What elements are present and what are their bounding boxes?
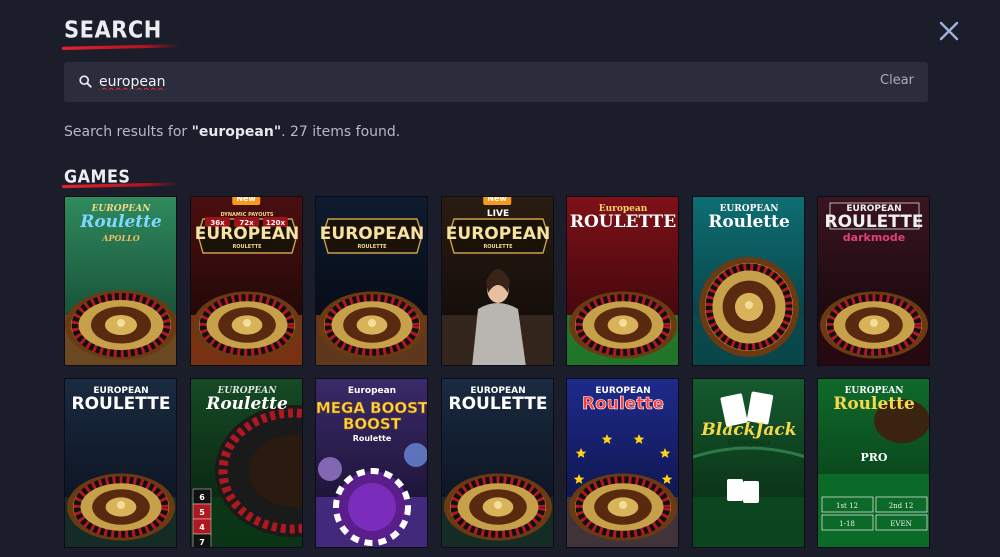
game-subtitle: APOLLO — [101, 233, 139, 243]
game-title: EUROPEAN — [194, 224, 298, 244]
card-icon — [742, 481, 759, 503]
game-tile[interactable]: BlackJack European — [691, 378, 805, 548]
clear-button[interactable]: Clear — [880, 73, 914, 88]
results-count: . 27 items found. — [281, 124, 401, 140]
game-thumbnail: EuropeanROULETTE — [567, 197, 678, 365]
roulette-wheel — [443, 473, 552, 541]
game-thumbnail: 6547EUROPEANRoulette — [190, 379, 302, 547]
roulette-wheel — [569, 473, 677, 541]
game-thumbnail: EUROPEANRoulette — [692, 197, 804, 365]
roulette-wheel — [698, 257, 799, 357]
game-thumbnail: EUROPEANRouletteAPOLLO — [65, 197, 176, 365]
game-tile[interactable]: 1st 12 2nd 12 1-18 EVEN EUROPEAN Roulette PRO — [817, 378, 930, 548]
results-prefix: Search results for — [64, 124, 192, 140]
game-title: Roulette — [582, 394, 664, 414]
bet-area: EVEN — [890, 520, 911, 528]
game-tile[interactable]: EUROPEAN ROULETTE darkmode — [817, 196, 930, 366]
game-title: EUROPEAN — [445, 224, 549, 244]
game-thumbnail: EuropeanMEGA BOOSTBOOSTRoulette — [316, 379, 427, 547]
game-tile[interactable]: EUROPEAN Roulette — [691, 196, 805, 366]
results-query: "european" — [191, 124, 282, 140]
bet-area: 1-18 — [839, 520, 855, 528]
game-tile[interactable]: EUROPEAN ROULETTE — [440, 378, 554, 548]
roulette-wheel — [67, 473, 175, 541]
number-cell: 7 — [199, 538, 205, 547]
close-icon[interactable] — [937, 19, 961, 43]
roulette-wheel — [569, 291, 677, 359]
roulette-wheel — [318, 291, 426, 359]
game-title: EUROPEAN — [320, 224, 424, 244]
game-tile[interactable]: EUROPEAN ROULETTE — [64, 378, 177, 548]
search-heading: SEARCH — [61, 16, 181, 51]
game-subtitle: Roulette — [353, 434, 392, 443]
game-subtitle: ROULETTE — [232, 244, 262, 250]
roulette-wheel — [192, 291, 301, 359]
game-title: ROULETTE — [570, 212, 676, 232]
search-heading-text: SEARCH — [64, 16, 162, 44]
game-thumbnail: EUROPEANROULETTEdarkmode — [818, 197, 929, 365]
game-title: Roulette — [833, 394, 915, 414]
game-subtitle: ROULETTE — [483, 244, 513, 250]
game-thumbnail: EUROPEANROULETTE — [441, 379, 553, 547]
game-tile[interactable]: EUROPEAN Roulette APOLLO — [64, 196, 177, 366]
number-cell: 6 — [199, 493, 205, 502]
game-subtitle: darkmode — [843, 231, 905, 244]
game-title: ROULETTE — [825, 212, 924, 232]
search-bar: Clear — [64, 62, 928, 102]
number-cell: 4 — [199, 523, 205, 532]
game-thumbnail: LIVE EUROPEANROULETTE — [441, 197, 553, 365]
game-tile[interactable]: 6 5 4 7 EUROPEAN Roulette — [189, 378, 303, 548]
heading-underline — [61, 44, 181, 51]
game-subtitle: European — [727, 437, 770, 447]
new-badge: New — [232, 197, 260, 205]
game-title: ROULETTE — [448, 394, 547, 414]
game-tile[interactable]: EUROPEAN Roulette — [566, 378, 679, 548]
game-title: BOOST — [343, 415, 402, 433]
game-title: Roulette — [79, 212, 162, 232]
game-thumbnail: DYNAMIC PAYOUTS36x 72x 120xEUROPEANROULETT… — [190, 197, 302, 365]
game-tile[interactable]: EUROPEAN ROULETTE — [315, 196, 428, 366]
game-tile[interactable]: European MEGA BOOST BOOST Roulette — [315, 378, 428, 548]
game-thumbnail: EUROPEANROULETTE — [65, 379, 176, 547]
game-thumbnail: EUROPEANRoulette — [567, 379, 678, 547]
game-subtitle: European — [348, 386, 396, 396]
game-subtitle: ROULETTE — [357, 244, 387, 250]
game-title: Roulette — [205, 394, 288, 414]
bet-area: 2nd 12 — [889, 502, 914, 510]
search-icon — [79, 75, 92, 88]
game-tile[interactable]: LIVE EUROPEAN ROULETTE New — [440, 196, 554, 366]
game-thumbnail: EUROPEANROULETTE — [316, 197, 427, 365]
game-title: ROULETTE — [72, 394, 171, 414]
game-thumbnail: BlackJackEuropean — [692, 379, 804, 547]
roulette-wheel — [820, 291, 928, 359]
game-thumbnail: 1st 12 2nd 121-18 EVENEUROPEANRoulettePRO — [818, 379, 929, 547]
games-heading: GAMES — [61, 166, 179, 189]
bet-area: 1st 12 — [836, 502, 858, 510]
game-tile[interactable]: DYNAMIC PAYOUTS 36x 72x 120x EUROPEAN ROULETT… — [189, 196, 303, 366]
roulette-wheel — [65, 290, 176, 360]
search-results-summary: Search results for "european". 27 items … — [64, 124, 400, 140]
number-cell: 5 — [199, 508, 205, 517]
search-input[interactable] — [99, 70, 859, 94]
game-tile[interactable]: European ROULETTE — [566, 196, 679, 366]
game-subtitle: PRO — [861, 451, 888, 464]
games-grid: EUROPEAN Roulette APOLLO DYNAMIC PAYOUTS 36x… — [64, 196, 930, 548]
card-icon — [726, 479, 743, 501]
game-subtitle: LIVE — [486, 209, 508, 219]
game-title: Roulette — [708, 212, 790, 232]
new-badge: New — [483, 197, 511, 205]
